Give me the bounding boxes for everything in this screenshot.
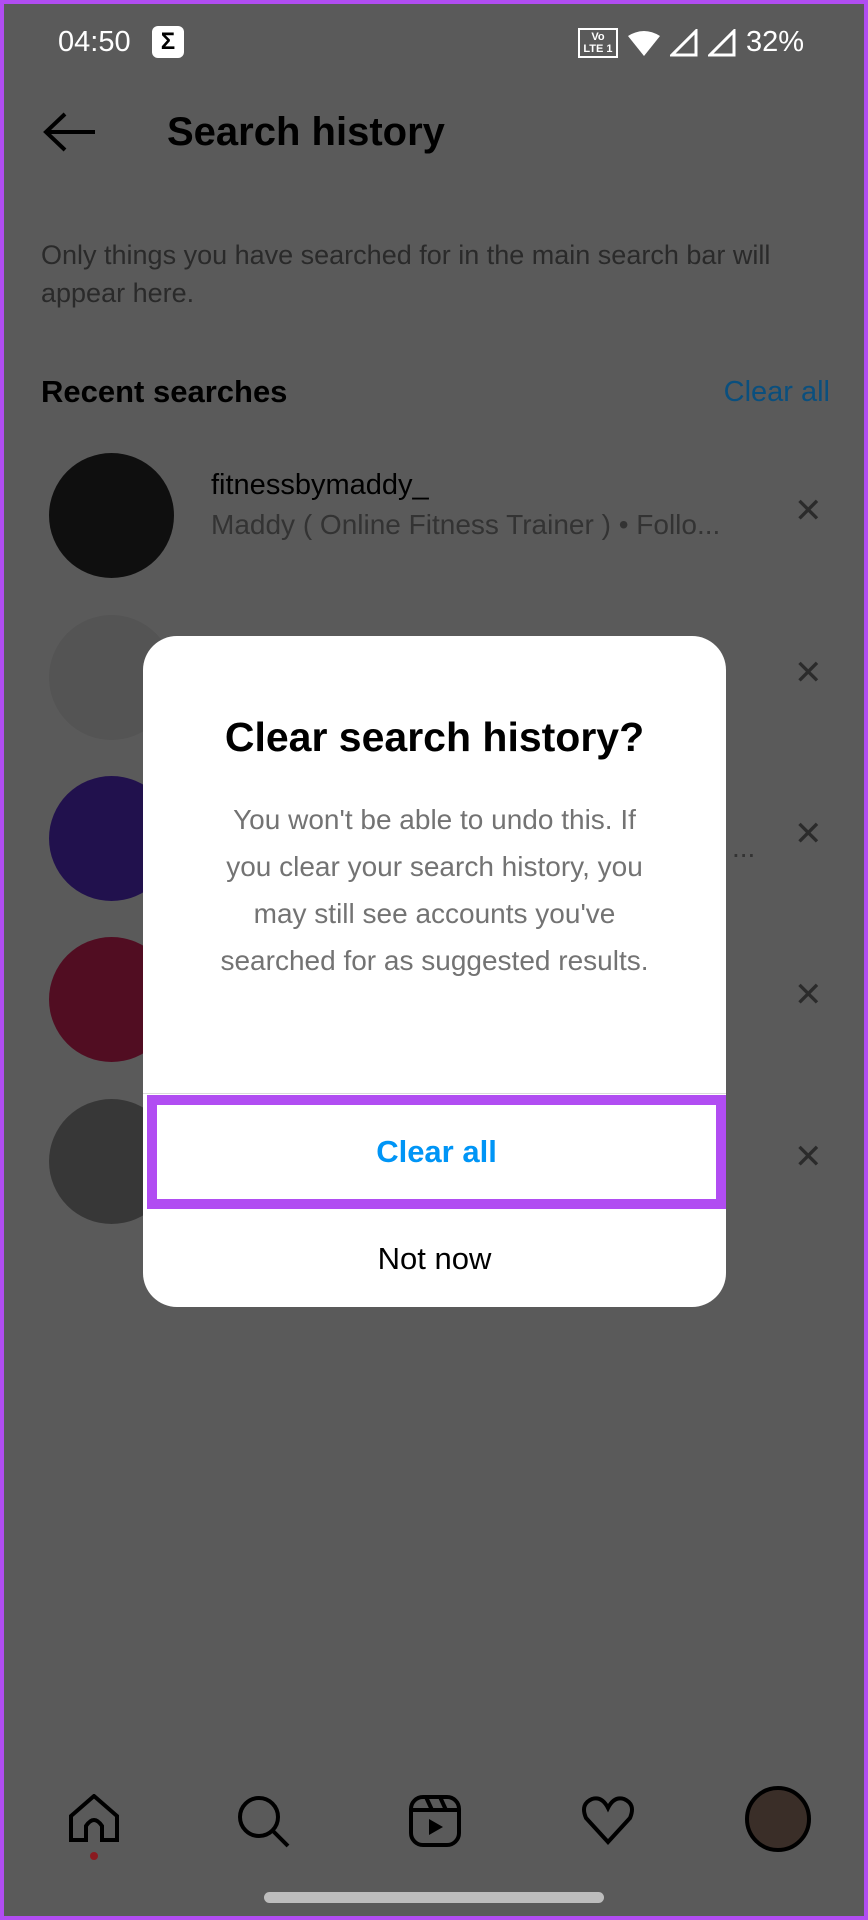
- bottom-nav: [4, 1784, 864, 1874]
- battery-level: 32%: [745, 26, 804, 58]
- close-icon[interactable]: ✕: [794, 653, 823, 693]
- subtitle: Maddy ( Online Fitness Trainer ) • Follo…: [211, 509, 721, 540]
- screen: 04:50 Σ Vo LTE 1 32% Search history Only…: [4, 4, 864, 1916]
- heart-icon[interactable]: [580, 1794, 636, 1846]
- divider: [143, 1093, 726, 1094]
- signal-icon: [707, 28, 736, 56]
- avatar: [49, 453, 174, 578]
- close-icon[interactable]: ✕: [794, 491, 823, 531]
- not-now-button[interactable]: Not now: [143, 1211, 726, 1307]
- signal-icon: [669, 28, 698, 56]
- status-bar: 04:50 Σ Vo LTE 1 32%: [4, 4, 864, 84]
- clear-history-dialog: Clear search history? You won't be able …: [143, 636, 726, 1307]
- home-icon[interactable]: [66, 1794, 122, 1864]
- reels-icon[interactable]: [408, 1794, 462, 1848]
- sigma-icon: Σ: [152, 26, 184, 58]
- close-icon[interactable]: ✕: [794, 814, 823, 854]
- subtitle: ...: [732, 832, 756, 863]
- close-icon[interactable]: ✕: [794, 1137, 823, 1177]
- dialog-title: Clear search history?: [224, 714, 645, 760]
- page-title: Search history: [167, 110, 445, 154]
- volte-icon: Vo LTE 1: [577, 27, 618, 58]
- username: fitnessbymaddy_: [211, 469, 429, 501]
- wifi-icon: [627, 30, 660, 56]
- home-indicator[interactable]: [264, 1892, 604, 1903]
- status-time: 04:50: [58, 26, 131, 58]
- search-result-row[interactable]: fitnessbymaddy_ Maddy ( Online Fitness T…: [4, 441, 864, 591]
- clear-all-button[interactable]: Clear all: [147, 1095, 726, 1209]
- clear-all-link[interactable]: Clear all: [724, 376, 830, 409]
- profile-avatar[interactable]: [745, 1786, 811, 1852]
- description: Only things you have searched for in the…: [41, 240, 771, 308]
- close-icon[interactable]: ✕: [794, 975, 823, 1015]
- recent-searches-heading: Recent searches: [41, 374, 288, 409]
- search-icon[interactable]: [236, 1794, 292, 1850]
- arrow-left-icon[interactable]: [43, 112, 97, 152]
- dialog-body: You won't be able to undo this. If you c…: [220, 804, 649, 976]
